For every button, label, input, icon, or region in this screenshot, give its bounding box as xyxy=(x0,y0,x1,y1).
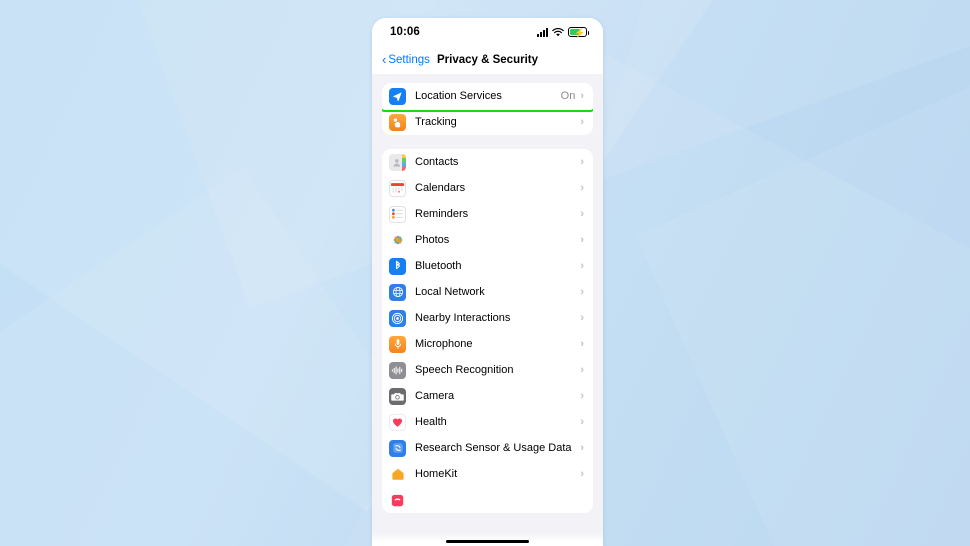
settings-row-location-services[interactable]: Location Services On › xyxy=(382,83,593,109)
chevron-right-icon: › xyxy=(580,115,584,128)
settings-row-local-network[interactable]: Local Network › xyxy=(382,279,593,305)
chevron-right-icon: › xyxy=(580,337,584,350)
row-label: HomeKit xyxy=(415,468,458,480)
chevron-right-icon: › xyxy=(580,467,584,480)
chevron-left-icon: ‹ xyxy=(382,52,387,67)
health-heart-icon xyxy=(389,413,406,431)
settings-row-nearby-interactions[interactable]: Nearby Interactions › xyxy=(382,305,593,331)
row-label: Location Services xyxy=(415,90,502,102)
row-wrapper: Reminders › xyxy=(382,201,593,227)
row-label: Bluetooth xyxy=(415,260,462,272)
nearby-interactions-radar-icon xyxy=(389,309,406,327)
settings-row-partial[interactable] xyxy=(382,487,593,513)
row-label: Health xyxy=(415,416,447,428)
row-label: Reminders xyxy=(415,208,469,220)
chevron-right-icon: › xyxy=(580,285,584,298)
settings-row-reminders[interactable]: Reminders › xyxy=(382,201,593,227)
chevron-right-icon: › xyxy=(580,415,584,428)
partial-row-icon xyxy=(389,491,406,509)
row-wrapper: Microphone › xyxy=(382,331,593,357)
row-label: Camera xyxy=(415,390,455,402)
phone-screenshot: 10:06 ⚡ ‹ Settings Privacy & Security Lo… xyxy=(372,18,603,546)
row-wrapper: Bluetooth › xyxy=(382,253,593,279)
row-wrapper: Local Network › xyxy=(382,279,593,305)
chevron-right-icon: › xyxy=(580,441,584,454)
row-wrapper: HomeKit › xyxy=(382,461,593,487)
homekit-house-icon xyxy=(389,465,406,483)
settings-row-tracking[interactable]: Tracking › xyxy=(382,109,593,135)
row-label: Photos xyxy=(415,234,450,246)
row-label: Microphone xyxy=(415,338,473,350)
row-label: Local Network xyxy=(415,286,485,298)
chevron-right-icon: › xyxy=(580,259,584,272)
status-indicators: ⚡ xyxy=(537,27,589,38)
row-label: Nearby Interactions xyxy=(415,312,511,324)
row-label: Contacts xyxy=(415,156,459,168)
row-wrapper: Camera › xyxy=(382,383,593,409)
calendar-icon xyxy=(389,179,406,197)
settings-row-photos[interactable]: Photos › xyxy=(382,227,593,253)
settings-row-calendars[interactable]: Calendars › xyxy=(382,175,593,201)
microphone-icon xyxy=(389,335,406,353)
settings-row-speech-recognition[interactable]: Speech Recognition › xyxy=(382,357,593,383)
settings-row-homekit[interactable]: HomeKit › xyxy=(382,461,593,487)
row-wrapper-partial xyxy=(382,487,593,513)
back-button-settings[interactable]: ‹ Settings xyxy=(382,52,430,67)
local-network-globe-icon xyxy=(389,283,406,301)
speech-waveform-icon xyxy=(389,361,406,379)
location-arrow-icon xyxy=(389,87,406,105)
settings-row-microphone[interactable]: Microphone › xyxy=(382,331,593,357)
settings-list[interactable]: Location Services On › Tracking › Contacts › Ca… xyxy=(372,74,603,546)
row-wrapper: Contacts › xyxy=(382,149,593,175)
chevron-right-icon: › xyxy=(580,181,584,194)
chevron-right-icon: › xyxy=(580,233,584,246)
row-wrapper: Calendars › xyxy=(382,175,593,201)
settings-row-health[interactable]: Health › xyxy=(382,409,593,435)
chevron-right-icon: › xyxy=(580,363,584,376)
settings-row-contacts[interactable]: Contacts › xyxy=(382,149,593,175)
chevron-right-icon: › xyxy=(580,207,584,220)
contacts-icon xyxy=(389,153,406,171)
settings-row-research-sensor-usage-data[interactable]: Research Sensor & Usage Data › xyxy=(382,435,593,461)
row-wrapper: Photos › xyxy=(382,227,593,253)
tracking-hand-icon xyxy=(389,113,406,131)
chevron-right-icon: › xyxy=(580,155,584,168)
group-location: Location Services On › Tracking › xyxy=(382,83,593,135)
chevron-right-icon: › xyxy=(580,389,584,402)
camera-icon xyxy=(389,387,406,405)
row-label: Calendars xyxy=(415,182,466,194)
row-label: Speech Recognition xyxy=(415,364,514,376)
row-wrapper: Research Sensor & Usage Data › xyxy=(382,435,593,461)
wifi-icon xyxy=(552,27,564,37)
reminders-icon xyxy=(389,205,406,223)
iphone-screen: 10:06 ⚡ ‹ Settings Privacy & Security Lo… xyxy=(372,18,603,546)
settings-row-camera[interactable]: Camera › xyxy=(382,383,593,409)
group-permissions: Contacts › Calendars › Reminders › Photos › Blue… xyxy=(382,149,593,513)
navigation-bar: ‹ Settings Privacy & Security xyxy=(372,46,603,74)
chevron-right-icon: › xyxy=(580,311,584,324)
row-wrapper: Location Services On › xyxy=(382,83,593,112)
chevron-right-icon: › xyxy=(580,89,584,102)
battery-charging-icon: ⚡ xyxy=(568,27,589,38)
row-wrapper: Nearby Interactions › xyxy=(382,305,593,331)
row-wrapper: Health › xyxy=(382,409,593,435)
photos-icon xyxy=(389,231,406,249)
row-wrapper: Speech Recognition › xyxy=(382,357,593,383)
research-sensor-icon xyxy=(389,439,406,457)
row-wrapper: Tracking › xyxy=(382,109,593,135)
settings-row-bluetooth[interactable]: Bluetooth › xyxy=(382,253,593,279)
row-label: Research Sensor & Usage Data xyxy=(415,442,572,454)
cellular-signal-icon xyxy=(537,27,548,37)
row-label: Tracking xyxy=(415,116,457,128)
status-bar: 10:06 ⚡ xyxy=(372,18,603,46)
row-value: On xyxy=(560,90,576,102)
back-button-label: Settings xyxy=(388,54,430,66)
status-time: 10:06 xyxy=(390,26,420,38)
bluetooth-icon xyxy=(389,257,406,275)
